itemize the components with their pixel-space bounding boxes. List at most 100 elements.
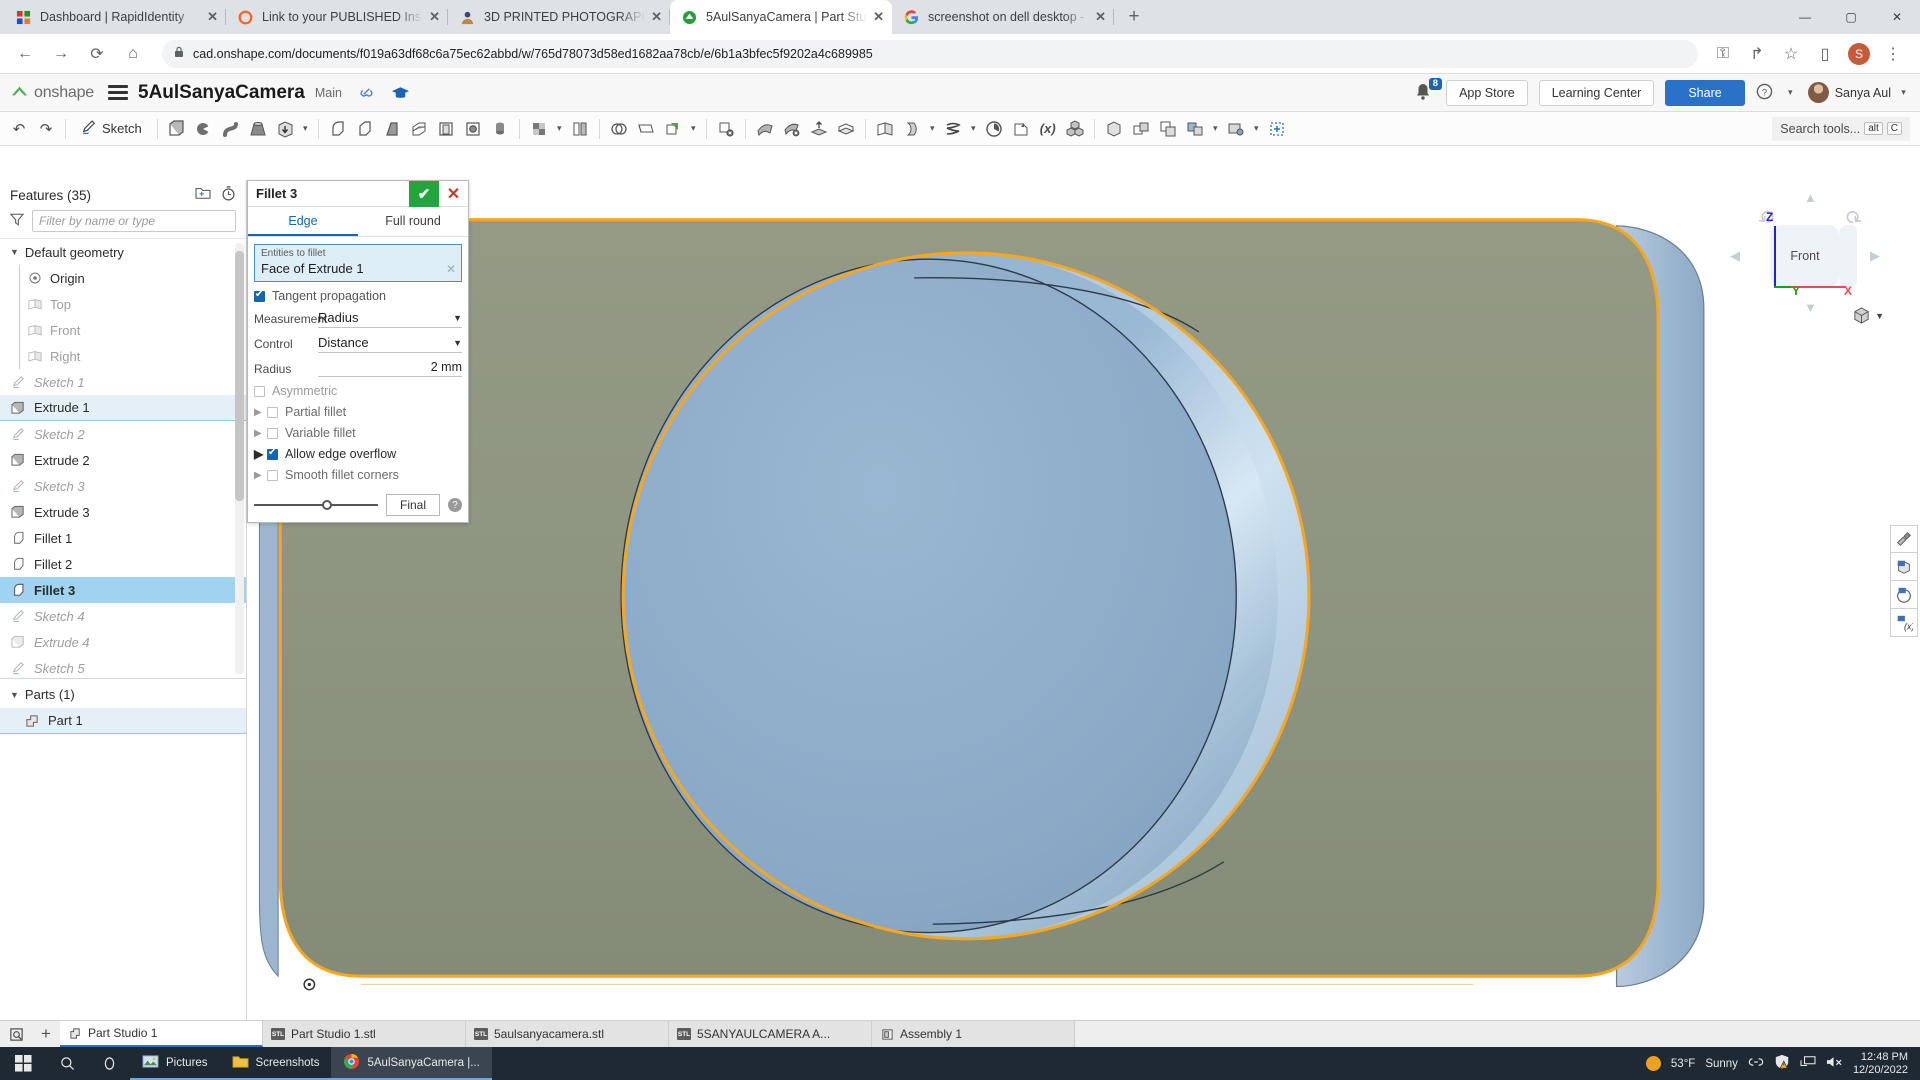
- browser-tab-active[interactable]: 5AulSanyaCamera | Part Studio 1 ✕: [670, 0, 892, 34]
- appearance-icon[interactable]: [1890, 525, 1918, 553]
- configure-icon[interactable]: [1182, 116, 1208, 142]
- feature-item-origin[interactable]: Origin: [0, 265, 246, 291]
- smooth-fillet-corners-checkbox[interactable]: [267, 469, 278, 481]
- feature-filter-input[interactable]: [32, 210, 236, 232]
- arrow-left-icon[interactable]: ◀: [1730, 248, 1740, 264]
- enclose-icon[interactable]: [833, 116, 859, 142]
- graphics-viewport[interactable]: ▲ ▼ ◀ ▶ ⟲ ⟳ Front Z X Y ▼ (x: [247, 180, 1920, 1020]
- pattern-icon[interactable]: [633, 116, 659, 142]
- parts-section-header[interactable]: ▼ Parts (1): [0, 678, 246, 708]
- filter-funnel-icon[interactable]: [9, 213, 25, 229]
- extrude-icon[interactable]: [164, 116, 190, 142]
- window-minimize-button[interactable]: —: [1782, 0, 1828, 34]
- add-tab-button[interactable]: +: [32, 1021, 60, 1047]
- chamfer-icon[interactable]: [352, 116, 378, 142]
- help-icon[interactable]: ?: [448, 498, 462, 512]
- move-face-icon[interactable]: [752, 116, 778, 142]
- browser-tab[interactable]: Link to your PUBLISHED Instructa ✕: [226, 0, 448, 34]
- chevron-right-icon[interactable]: ▶: [254, 428, 267, 439]
- new-tab-button[interactable]: +: [1120, 3, 1148, 31]
- home-icon[interactable]: ⌂: [118, 39, 148, 69]
- tab-full-round[interactable]: Full round: [358, 207, 468, 236]
- thread-icon[interactable]: [487, 116, 513, 142]
- learning-center-button[interactable]: Learning Center: [1538, 79, 1655, 106]
- chevron-down-icon[interactable]: ▾: [1250, 123, 1263, 134]
- split-icon[interactable]: [567, 116, 593, 142]
- chevron-down-icon[interactable]: ▾: [926, 123, 939, 134]
- thicken-icon[interactable]: [272, 116, 298, 142]
- close-icon[interactable]: ✕: [429, 9, 440, 25]
- feature-item-extrude-3[interactable]: Extrude 3: [0, 499, 246, 525]
- tangent-propagation-row[interactable]: Tangent propagation: [254, 289, 462, 303]
- weather-condition[interactable]: Sunny: [1705, 1058, 1738, 1070]
- variable-fillet-checkbox[interactable]: [267, 427, 278, 439]
- share-icon[interactable]: ↱: [1742, 39, 1772, 69]
- new-folder-icon[interactable]: [195, 186, 211, 204]
- clear-entities-icon[interactable]: ✕: [446, 262, 456, 276]
- link-icon[interactable]: [1748, 1056, 1764, 1071]
- tangent-propagation-checkbox[interactable]: [254, 289, 265, 302]
- revolve-icon[interactable]: [191, 116, 217, 142]
- composite-icon[interactable]: [1128, 116, 1154, 142]
- feature-item-top[interactable]: Top: [0, 291, 246, 317]
- window-maximize-button[interactable]: ▢: [1828, 0, 1874, 34]
- key-icon[interactable]: ⚿: [1708, 39, 1738, 69]
- document-title[interactable]: 5AulSanyaCamera: [138, 82, 305, 104]
- chevron-down-icon[interactable]: ▾: [299, 123, 312, 134]
- sketch-clock-icon[interactable]: [981, 116, 1007, 142]
- shell-icon[interactable]: [433, 116, 459, 142]
- import-icon[interactable]: [1008, 116, 1034, 142]
- search-tools[interactable]: Search tools... alt C: [1772, 116, 1910, 141]
- camera-body-model[interactable]: [247, 180, 1920, 1020]
- offset-surface-icon[interactable]: [806, 116, 832, 142]
- control-select[interactable]: Distance ▼: [318, 335, 462, 353]
- feature-item-fillet-2[interactable]: Fillet 2: [0, 551, 246, 577]
- clock[interactable]: 12:48 PM 12/20/2022: [1853, 1051, 1908, 1076]
- notifications-button[interactable]: 8: [1413, 77, 1443, 104]
- curve-icon[interactable]: [899, 116, 925, 142]
- arrow-up-icon[interactable]: ▲: [1804, 190, 1817, 205]
- close-icon[interactable]: ✕: [1095, 9, 1106, 25]
- sweep-icon[interactable]: [218, 116, 244, 142]
- branch-label[interactable]: Main: [315, 86, 342, 100]
- boolean-icon[interactable]: [526, 116, 552, 142]
- document-tab-5sanyaulcamera[interactable]: STL 5SANYAULCAMERA A...: [669, 1021, 872, 1047]
- feature-item-fillet-3[interactable]: Fillet 3: [0, 577, 246, 603]
- loft-icon[interactable]: [245, 116, 271, 142]
- search-icon[interactable]: [46, 1056, 88, 1071]
- rollback-timer-icon[interactable]: [221, 186, 236, 204]
- asymmetric-checkbox[interactable]: [254, 385, 265, 397]
- quality-slider[interactable]: [254, 498, 378, 512]
- address-bar[interactable]: cad.onshape.com/documents/f019a63df68c6a…: [162, 39, 1698, 68]
- defender-warning-icon[interactable]: [1774, 1054, 1790, 1073]
- volume-muted-icon[interactable]: [1826, 1055, 1843, 1072]
- user-menu[interactable]: Sanya Aul ▾: [1807, 82, 1910, 103]
- feature-group-default-geometry[interactable]: ▼ Default geometry: [0, 239, 246, 265]
- windows-start-icon[interactable]: [0, 1055, 46, 1072]
- display-icon[interactable]: [1223, 116, 1249, 142]
- browser-tab[interactable]: screenshot on dell desktop - Goo ✕: [892, 0, 1114, 34]
- star-icon[interactable]: ☆: [1776, 39, 1806, 69]
- part-icon[interactable]: [1101, 116, 1127, 142]
- feature-tree-scrollbar-thumb[interactable]: [235, 251, 244, 501]
- part-item[interactable]: Part 1: [0, 708, 246, 734]
- reload-icon[interactable]: ⟳: [82, 39, 112, 69]
- feature-item-extrude-1[interactable]: Extrude 1: [0, 395, 246, 421]
- section-icon[interactable]: [1890, 553, 1918, 581]
- feature-item-sketch-4[interactable]: Sketch 4: [0, 603, 246, 629]
- chevron-down-icon[interactable]: ▾: [1209, 123, 1222, 134]
- arrow-down-icon[interactable]: ▼: [1804, 300, 1817, 315]
- share-button[interactable]: Share: [1665, 79, 1745, 106]
- close-icon[interactable]: ✕: [651, 9, 662, 25]
- view-style-button[interactable]: ▼: [1852, 306, 1884, 325]
- side-panel-icon[interactable]: ▯: [1810, 39, 1840, 69]
- close-icon[interactable]: ✕: [207, 9, 218, 25]
- sketch-button[interactable]: Sketch: [72, 119, 151, 138]
- feature-item-extrude-4[interactable]: Extrude 4: [0, 629, 246, 655]
- smooth-fillet-corners-row[interactable]: ▶ Smooth fillet corners: [254, 468, 462, 482]
- feature-item-fillet-1[interactable]: Fillet 1: [0, 525, 246, 551]
- feature-item-front[interactable]: Front: [0, 317, 246, 343]
- draft-icon[interactable]: [379, 116, 405, 142]
- network-icon[interactable]: [1800, 1055, 1816, 1072]
- chrome-menu-icon[interactable]: ⋮: [1878, 39, 1908, 69]
